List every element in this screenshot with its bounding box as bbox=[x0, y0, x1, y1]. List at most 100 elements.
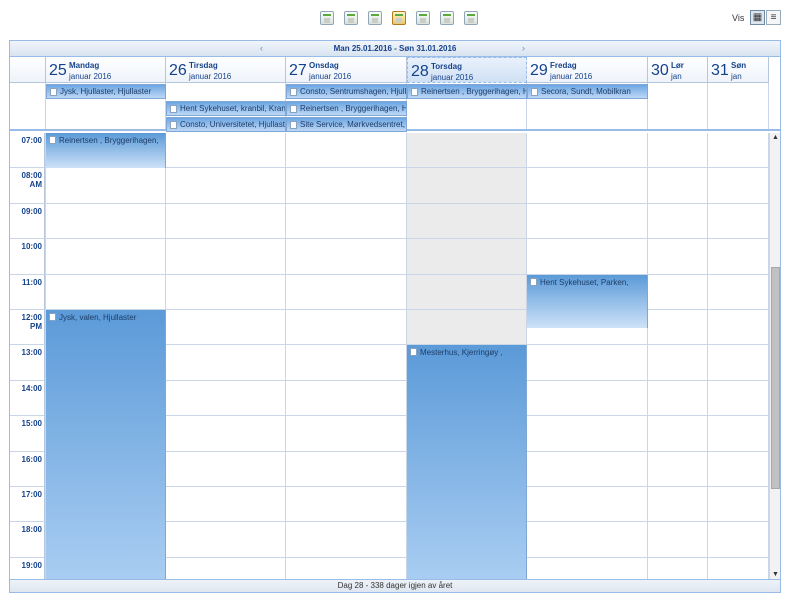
hour-line bbox=[45, 238, 769, 240]
calendar-event[interactable]: Reinertsen , Bryggerihagen, bbox=[46, 133, 166, 169]
prev-week-icon[interactable]: ‹ bbox=[260, 41, 263, 56]
scrollbar-thumb[interactable] bbox=[771, 267, 780, 489]
all-day-area[interactable]: Jysk, Hjullaster, Hjullaster Hent Sykehus… bbox=[10, 83, 780, 132]
day-name: Søn bbox=[731, 61, 747, 70]
event-document-icon bbox=[170, 121, 177, 129]
day-month: januar 2016 bbox=[550, 72, 593, 81]
all-day-event[interactable]: Consto, Sentrumshagen, Hjullaster bbox=[286, 84, 407, 99]
column-divider bbox=[707, 83, 708, 129]
event-document-icon bbox=[531, 88, 538, 96]
time-label: 12:00 PM bbox=[10, 310, 45, 346]
time-label: 08:00 AM bbox=[10, 168, 45, 204]
event-document-icon bbox=[170, 104, 177, 113]
time-label: 19:00 bbox=[10, 557, 45, 579]
day-header-25[interactable]: 25 Mandag januar 2016 bbox=[46, 57, 166, 83]
time-label-text: 13:00 bbox=[21, 348, 42, 358]
time-label: 10:00 bbox=[10, 239, 45, 275]
unavailable-block bbox=[407, 133, 527, 346]
day-number: 29 bbox=[530, 62, 548, 79]
day-month: jan bbox=[671, 72, 682, 81]
all-day-event[interactable]: Reinertsen , Bryggerihagen, Hjullaster bbox=[407, 84, 527, 99]
view-twoweeks-button[interactable] bbox=[416, 11, 430, 25]
time-label-text: 07:00 bbox=[21, 136, 42, 145]
time-label: 16:00 bbox=[10, 451, 45, 487]
time-label-text: 12:00 PM bbox=[21, 313, 42, 331]
time-label-text: 18:00 bbox=[21, 525, 42, 535]
calendar-event[interactable]: Jysk, valen, Hjullaster bbox=[46, 310, 166, 579]
event-label: Site Service, Mørkvedsentret, Hjullaster bbox=[300, 120, 406, 129]
day-month: januar 2016 bbox=[309, 72, 352, 81]
all-day-event[interactable]: Hent Sykehuset, kranbil, Kranbil bbox=[166, 100, 286, 116]
time-label: 07:00 bbox=[10, 133, 45, 169]
day-name: Lør bbox=[671, 61, 684, 70]
time-label: 09:00 bbox=[10, 203, 45, 240]
column-divider bbox=[647, 133, 648, 579]
event-document-icon bbox=[290, 121, 297, 129]
day-name: Tirsdag bbox=[189, 61, 218, 70]
view-day-button[interactable] bbox=[320, 11, 334, 25]
all-day-event[interactable]: Site Service, Mørkvedsentret, Hjullaster bbox=[286, 117, 407, 132]
status-text: Dag 28 - 338 dager igjen av året bbox=[337, 581, 453, 590]
time-grid[interactable]: 07:00 08:00 AM 09:00 10:00 11:00 12:00 PM 13:0… bbox=[10, 133, 769, 579]
time-label-text: 08:00 AM bbox=[21, 171, 42, 190]
event-document-icon bbox=[290, 88, 297, 96]
day-header-31[interactable]: 31 Søn jan bbox=[708, 57, 769, 83]
event-label: Jysk, valen, Hjullaster bbox=[59, 313, 137, 322]
event-label: Hent Sykehuset, Parken, bbox=[540, 277, 629, 287]
time-label-text: 10:00 bbox=[21, 242, 42, 252]
event-label: Hent Sykehuset, kranbil, Kranbil bbox=[180, 103, 286, 113]
next-week-icon[interactable]: › bbox=[522, 41, 525, 56]
all-day-event[interactable]: Reinertsen , Bryggerihagen, Hjullaster bbox=[286, 100, 407, 116]
day-header-27[interactable]: 27 Onsdag januar 2016 bbox=[286, 57, 407, 83]
time-label-text: 17:00 bbox=[21, 490, 42, 499]
view-days-button[interactable] bbox=[344, 11, 358, 25]
event-document-icon bbox=[530, 277, 537, 286]
event-document-icon bbox=[49, 313, 56, 321]
hour-line bbox=[45, 273, 769, 275]
day-month: januar 2016 bbox=[431, 73, 474, 82]
time-label-text: 09:00 bbox=[21, 206, 42, 216]
event-document-icon bbox=[410, 348, 417, 357]
event-label: Reinertsen , Bryggerihagen, bbox=[59, 136, 159, 145]
day-header-29[interactable]: 29 Fredag januar 2016 bbox=[527, 57, 648, 83]
calendar-event[interactable]: Mesterhus, Kjerringøy , bbox=[407, 345, 527, 579]
all-day-event[interactable]: Secora, Sundt, Mobilkran bbox=[527, 84, 648, 99]
day-header-28[interactable]: 28 Torsdag januar 2016 bbox=[407, 57, 527, 83]
column-divider bbox=[285, 133, 286, 579]
calendar-view-icon[interactable]: ▦ bbox=[750, 10, 765, 25]
list-view-icon[interactable]: ≡ bbox=[766, 10, 781, 25]
day-header-30[interactable]: 30 Lør jan bbox=[648, 57, 708, 83]
time-label: 17:00 bbox=[10, 487, 45, 523]
time-label-text: 15:00 bbox=[21, 419, 42, 429]
time-label-text: 19:00 bbox=[21, 560, 42, 570]
time-label: 13:00 bbox=[10, 345, 45, 381]
time-label: 18:00 bbox=[10, 522, 45, 558]
day-header-26[interactable]: 26 Tirsdag januar 2016 bbox=[166, 57, 286, 83]
event-label: Secora, Sundt, Mobilkran bbox=[541, 87, 631, 96]
day-number: 30 bbox=[651, 62, 669, 79]
all-day-event[interactable]: Consto, Universitetet, Hjullaster bbox=[166, 117, 286, 132]
time-label-text: 11:00 bbox=[21, 277, 42, 287]
vertical-scrollbar[interactable]: ▲ ▼ bbox=[769, 133, 780, 579]
view-year-button[interactable] bbox=[464, 11, 478, 25]
calendar-event[interactable]: Hent Sykehuset, Parken, bbox=[527, 274, 648, 328]
day-name: Onsdag bbox=[309, 61, 339, 70]
event-document-icon bbox=[411, 88, 418, 96]
day-name: Mandag bbox=[69, 61, 100, 70]
time-label-text: 14:00 bbox=[21, 383, 42, 393]
time-label: 14:00 bbox=[10, 380, 45, 417]
scroll-down-icon[interactable]: ▼ bbox=[771, 570, 780, 579]
hour-line bbox=[45, 202, 769, 204]
time-label-text: 16:00 bbox=[21, 454, 42, 464]
header-corner bbox=[10, 57, 46, 83]
scroll-up-icon[interactable]: ▲ bbox=[771, 133, 780, 142]
day-number: 26 bbox=[169, 62, 187, 79]
time-label: 15:00 bbox=[10, 416, 45, 452]
event-label: Reinertsen , Bryggerihagen, Hjullaster bbox=[421, 87, 526, 96]
view-month-button[interactable] bbox=[440, 11, 454, 25]
day-name: Fredag bbox=[550, 61, 577, 70]
column-divider bbox=[707, 133, 708, 579]
view-workweek-button[interactable] bbox=[368, 11, 382, 25]
all-day-event[interactable]: Jysk, Hjullaster, Hjullaster bbox=[46, 84, 166, 99]
view-week-button[interactable] bbox=[392, 11, 406, 25]
